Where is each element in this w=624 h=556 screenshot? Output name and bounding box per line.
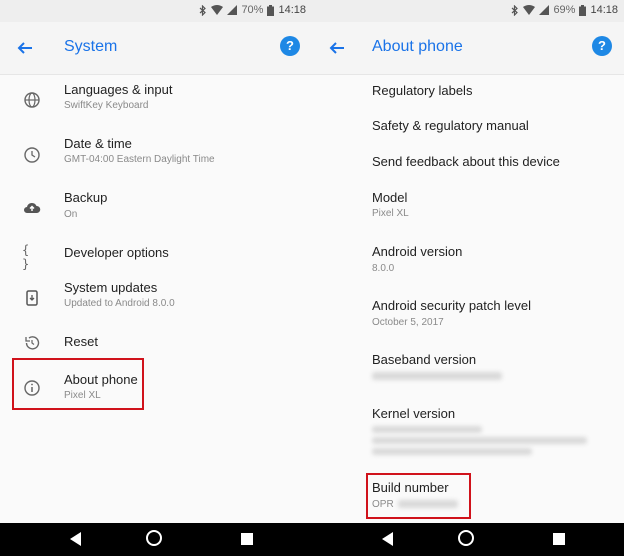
battery-percent: 70%: [241, 4, 264, 16]
status-time: 14:18: [278, 4, 306, 16]
about-title: Android version: [372, 244, 463, 259]
setting-title: System updates: [64, 280, 158, 295]
nav-back-icon[interactable]: [70, 532, 82, 546]
setting-subtitle: On: [64, 209, 78, 220]
about-title: Safety & regulatory manual: [372, 118, 529, 133]
nav-back-icon[interactable]: [382, 532, 394, 546]
status-time: 14:18: [590, 4, 618, 16]
about-title: Baseband version: [372, 352, 477, 367]
about-item-safety-manual[interactable]: Safety & regulatory manual: [312, 112, 624, 144]
cell-signal-icon: [539, 5, 550, 15]
bluetooth-icon: [512, 4, 519, 16]
about-item-android-version[interactable]: Android version 8.0.0: [312, 238, 624, 284]
battery-icon: [267, 4, 275, 16]
about-subtitle: 8.0.0: [372, 263, 395, 274]
history-icon: [25, 336, 40, 350]
wifi-icon: [523, 5, 536, 15]
setting-item-system-updates[interactable]: System updates Updated to Android 8.0.0: [0, 274, 312, 322]
about-phone-screen: 69% 14:18 About phone ? Regulatory label…: [312, 0, 624, 556]
highlight-box-build-number: [366, 473, 471, 519]
about-item-kernel-version[interactable]: Kernel version: [312, 400, 624, 464]
setting-subtitle: Updated to Android 8.0.0: [64, 298, 175, 309]
setting-title: Backup: [64, 190, 108, 205]
about-subtitle: October 5, 2017: [372, 317, 444, 328]
setting-item-developer-options[interactable]: { } Developer options: [0, 234, 312, 271]
setting-item-languages-input[interactable]: Languages & input SwiftKey Keyboard: [0, 76, 312, 124]
redacted-value: [372, 437, 587, 444]
setting-item-backup[interactable]: Backup On: [0, 182, 312, 230]
app-bar: System ?: [0, 22, 312, 75]
navigation-bar: [312, 523, 624, 556]
about-item-security-patch[interactable]: Android security patch level October 5, …: [312, 292, 624, 338]
about-title: Model: [372, 190, 408, 205]
system-settings-screen: 70% 14:18 System ? Languages & input Swi…: [0, 0, 312, 556]
back-arrow-icon[interactable]: [12, 35, 38, 61]
help-icon[interactable]: ?: [280, 36, 300, 56]
cell-signal-icon: [227, 5, 238, 15]
setting-item-date-time[interactable]: Date & time GMT-04:00 Eastern Daylight T…: [0, 128, 312, 178]
redacted-value: [372, 426, 482, 433]
help-icon[interactable]: ?: [592, 36, 612, 56]
back-arrow-icon[interactable]: [324, 35, 350, 61]
braces-icon: { }: [22, 243, 30, 271]
system-update-icon: [26, 290, 38, 306]
setting-title: Reset: [64, 334, 98, 349]
battery-icon: [579, 4, 587, 16]
about-title: Send feedback about this device: [372, 154, 560, 169]
about-item-model[interactable]: Model Pixel XL: [312, 184, 624, 230]
clock-icon: [24, 147, 40, 163]
nav-recents-icon[interactable]: [241, 533, 253, 545]
status-bar: 69% 14:18: [312, 0, 624, 22]
setting-title: Date & time: [64, 136, 132, 151]
globe-icon: [24, 92, 40, 108]
setting-item-reset[interactable]: Reset: [0, 326, 312, 360]
about-subtitle: Pixel XL: [372, 208, 409, 219]
about-title: Android security patch level: [372, 298, 531, 313]
cloud-upload-icon: [24, 202, 41, 213]
about-title: Regulatory labels: [372, 83, 473, 98]
nav-recents-icon[interactable]: [553, 533, 565, 545]
about-item-regulatory-labels[interactable]: Regulatory labels: [312, 78, 624, 108]
setting-subtitle: SwiftKey Keyboard: [64, 100, 149, 111]
wifi-icon: [211, 5, 224, 15]
page-title: About phone: [372, 38, 463, 55]
nav-home-icon[interactable]: [458, 530, 474, 546]
about-title: Kernel version: [372, 406, 456, 421]
redacted-value: [372, 372, 502, 380]
about-item-baseband-version[interactable]: Baseband version: [312, 346, 624, 392]
app-bar: About phone ?: [312, 22, 624, 75]
redacted-value: [372, 448, 532, 455]
status-bar: 70% 14:18: [0, 0, 312, 22]
setting-title: Languages & input: [64, 82, 173, 97]
page-title: System: [64, 38, 118, 55]
navigation-bar: [0, 523, 312, 556]
setting-title: Developer options: [64, 245, 169, 260]
battery-percent: 69%: [553, 4, 576, 16]
highlight-box-about-phone: [12, 358, 144, 410]
bluetooth-icon: [200, 4, 207, 16]
setting-subtitle: GMT-04:00 Eastern Daylight Time: [64, 154, 215, 165]
nav-home-icon[interactable]: [146, 530, 162, 546]
about-item-send-feedback[interactable]: Send feedback about this device: [312, 148, 624, 180]
